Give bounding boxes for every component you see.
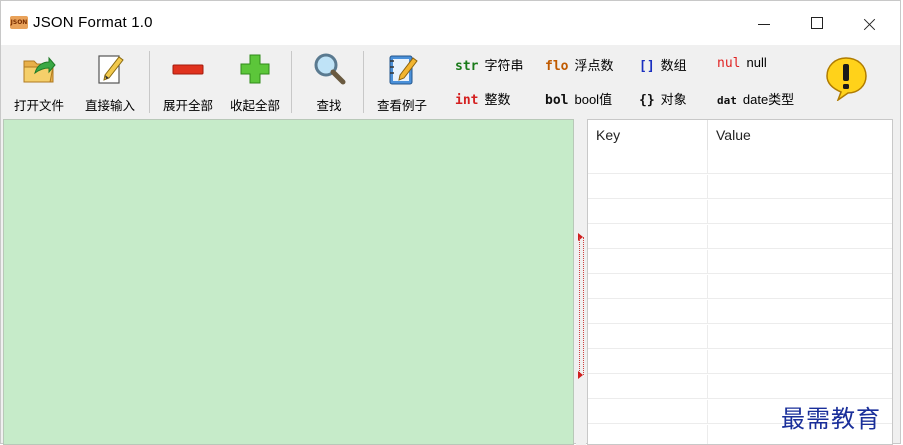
legend-text: null bbox=[746, 55, 767, 70]
column-divider bbox=[707, 375, 708, 399]
legend-object: {} 对象 bbox=[639, 89, 687, 108]
column-divider bbox=[707, 175, 708, 199]
search-icon bbox=[314, 53, 346, 85]
table-row bbox=[588, 250, 892, 274]
column-divider bbox=[707, 425, 708, 444]
collapse-all-label: 收起全部 bbox=[229, 98, 280, 113]
key-value-table[interactable]: Key Value bbox=[587, 119, 893, 445]
watermark-text: 最需教育 bbox=[781, 405, 881, 433]
toolbar-separator bbox=[291, 51, 292, 113]
legend-text: 对象 bbox=[660, 92, 687, 107]
legend-integer: int 整数 bbox=[455, 89, 511, 108]
notebook-icon bbox=[389, 55, 418, 85]
legend-tag: bol bbox=[545, 93, 569, 108]
warning-bubble-icon[interactable] bbox=[823, 55, 869, 101]
minus-icon bbox=[172, 64, 204, 75]
column-divider bbox=[707, 350, 708, 374]
legend-date: dat date类型 bbox=[717, 89, 794, 108]
column-divider bbox=[707, 325, 708, 349]
app-icon: JSON bbox=[10, 16, 28, 29]
minimize-button[interactable] bbox=[741, 9, 787, 39]
open-file-button[interactable]: 打开文件 bbox=[5, 49, 73, 113]
column-header-key[interactable]: Key bbox=[588, 120, 708, 150]
column-divider bbox=[707, 300, 708, 324]
table-row bbox=[588, 225, 892, 249]
table-row bbox=[588, 325, 892, 349]
table-row bbox=[588, 300, 892, 324]
view-examples-button[interactable]: 查看例子 bbox=[369, 49, 435, 113]
splitter-grip[interactable] bbox=[579, 237, 584, 375]
edit-document-icon bbox=[98, 55, 124, 84]
open-folder-icon bbox=[23, 56, 56, 83]
legend-text: 字符串 bbox=[484, 58, 524, 73]
pane-splitter[interactable] bbox=[576, 119, 586, 445]
column-divider bbox=[707, 400, 708, 424]
legend-tag: {} bbox=[639, 93, 655, 108]
open-file-label: 打开文件 bbox=[13, 98, 64, 113]
collapse-all-button[interactable]: 收起全部 bbox=[223, 49, 287, 113]
splitter-arrow-icon bbox=[578, 371, 583, 379]
toolbar-separator bbox=[149, 51, 150, 113]
legend-array: [] 数组 bbox=[639, 55, 687, 74]
expand-all-label: 展开全部 bbox=[162, 98, 213, 113]
legend-tag: flo bbox=[545, 59, 569, 74]
table-row bbox=[588, 350, 892, 374]
legend-tag: nul bbox=[717, 56, 741, 71]
json-tree-pane[interactable] bbox=[3, 119, 574, 445]
legend-tag: str bbox=[455, 59, 479, 74]
column-divider bbox=[707, 150, 708, 174]
toolbar: 打开文件 直接输入 展开全部 收起全部 查找 查看例子 str 字符串 int … bbox=[1, 45, 900, 115]
title-bar: JSON JSON Format 1.0 bbox=[1, 1, 900, 45]
plus-icon bbox=[240, 54, 270, 84]
legend-text: 浮点数 bbox=[574, 58, 614, 73]
direct-input-label: 直接输入 bbox=[84, 98, 135, 113]
maximize-button[interactable] bbox=[793, 9, 839, 39]
legend-float: flo 浮点数 bbox=[545, 55, 614, 74]
table-row bbox=[588, 275, 892, 299]
table-row bbox=[588, 175, 892, 199]
view-examples-label: 查看例子 bbox=[376, 98, 427, 113]
legend-text: date类型 bbox=[742, 92, 795, 107]
column-divider bbox=[707, 275, 708, 299]
legend-text: 整数 bbox=[484, 92, 511, 107]
window-title: JSON Format 1.0 bbox=[33, 14, 153, 31]
table-row bbox=[588, 150, 892, 174]
table-row bbox=[588, 200, 892, 224]
find-button[interactable]: 查找 bbox=[301, 49, 357, 113]
column-divider bbox=[707, 200, 708, 224]
legend-bool: bol bool值 bbox=[545, 89, 612, 108]
legend-tag: [] bbox=[639, 59, 655, 74]
column-divider bbox=[707, 225, 708, 249]
direct-input-button[interactable]: 直接输入 bbox=[77, 49, 143, 113]
legend-tag: int bbox=[455, 93, 479, 108]
toolbar-separator bbox=[363, 51, 364, 113]
legend-string: str 字符串 bbox=[455, 55, 524, 74]
expand-all-button[interactable]: 展开全部 bbox=[155, 49, 221, 113]
legend-text: bool值 bbox=[574, 92, 613, 107]
legend-tag: dat bbox=[717, 94, 737, 107]
legend-text: 数组 bbox=[660, 58, 687, 73]
column-header-value[interactable]: Value bbox=[708, 120, 892, 150]
column-divider bbox=[707, 250, 708, 274]
close-button[interactable] bbox=[846, 9, 892, 39]
find-label: 查找 bbox=[316, 98, 342, 113]
table-row bbox=[588, 375, 892, 399]
legend-null: nul null bbox=[717, 55, 767, 71]
app-window: JSON JSON Format 1.0 打开文件 直接输入 展开全部 收起全部… bbox=[0, 0, 901, 445]
